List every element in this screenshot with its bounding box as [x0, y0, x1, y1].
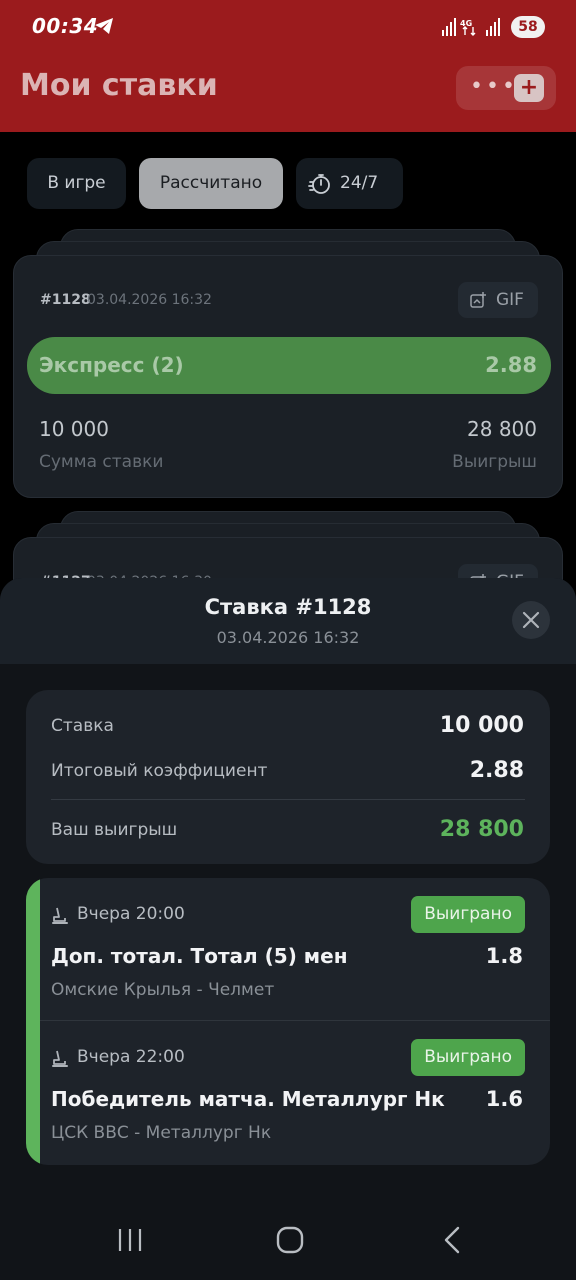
- filter-24-7[interactable]: 24/7: [296, 158, 403, 209]
- bet-odds: 2.88: [485, 353, 537, 377]
- plus-icon[interactable]: +: [514, 74, 544, 102]
- bet-summary: Ставка 10 000 Итоговый коэффициент 2.88 …: [26, 690, 550, 864]
- gif-button[interactable]: GIF: [458, 282, 538, 318]
- status-badge: Выиграно: [411, 896, 525, 933]
- winnings-value: 28 800: [439, 817, 524, 842]
- page-title: Мои ставки: [20, 68, 218, 103]
- stake-label: Сумма ставки: [39, 452, 164, 472]
- status-badge: Выиграно: [411, 1039, 525, 1076]
- bet-number: #1128: [40, 292, 91, 308]
- sheet-date: 03.04.2026 16:32: [216, 628, 360, 647]
- status-time: 00:34: [32, 14, 99, 38]
- sheet-header: Ставка #1128 03.04.2026 16:32: [0, 578, 576, 664]
- filter-24-7-label: 24/7: [340, 173, 379, 193]
- gif-label: GIF: [496, 290, 524, 310]
- coefficient-value: 2.88: [469, 758, 524, 783]
- telegram-icon: [95, 18, 113, 34]
- bet-type-label: Экспресс (2): [39, 353, 184, 377]
- stopwatch-icon: [308, 174, 330, 194]
- sheet-title: Ставка #1128: [204, 595, 372, 619]
- hockey-icon: [52, 907, 68, 924]
- gif-edit-icon: [470, 292, 486, 308]
- event-odd: 1.6: [485, 1087, 523, 1111]
- close-button[interactable]: [512, 601, 550, 639]
- event-time: Вчера 22:00: [77, 1047, 185, 1067]
- payout-amount: 28 800: [467, 417, 537, 441]
- hockey-icon: [52, 1050, 68, 1067]
- coefficient-label: Итоговый коэффициент: [51, 761, 268, 781]
- bet-type-bar: Экспресс (2) 2.88: [27, 337, 551, 394]
- stake-label: Ставка: [51, 716, 114, 736]
- svg-text:4G: 4G: [460, 19, 472, 28]
- more-icon: •••: [470, 74, 518, 99]
- recent-apps-icon[interactable]: [116, 1228, 144, 1252]
- bet-date: 03.04.2026 16:32: [87, 292, 212, 308]
- close-icon: [522, 611, 540, 629]
- stake-value: 10 000: [439, 713, 524, 738]
- event-market: Победитель матча. Металлург Нк: [51, 1087, 445, 1111]
- event-teams: ЦСК ВВС - Металлург Нк: [51, 1123, 272, 1143]
- event-odd: 1.8: [485, 944, 523, 968]
- event-market: Доп. тотал. Тотал (5) мен: [51, 944, 348, 968]
- bet-card[interactable]: #1128 03.04.2026 16:32 GIF Экспресс (2) …: [13, 255, 563, 498]
- app-header: 00:34 4G 58 Мои ставки ••• +: [0, 0, 576, 132]
- event-row: Вчера 22:00 Выиграно Победитель матча. М…: [40, 1021, 550, 1165]
- back-icon[interactable]: [442, 1226, 462, 1254]
- stake-amount: 10 000: [39, 417, 109, 441]
- win-status-bar: [26, 878, 40, 1165]
- status-bar: 00:34 4G 58: [0, 0, 576, 56]
- event-teams: Омские Крылья - Челмет: [51, 980, 275, 1000]
- filter-settled[interactable]: Рассчитано: [139, 158, 283, 209]
- home-icon[interactable]: [276, 1226, 304, 1254]
- bet-events: Вчера 20:00 Выиграно Доп. тотал. Тотал (…: [26, 878, 550, 1165]
- divider: [51, 799, 525, 800]
- battery-indicator: 58: [511, 16, 545, 38]
- event-time: Вчера 20:00: [77, 904, 185, 924]
- winnings-label: Ваш выигрыш: [51, 820, 178, 840]
- event-row: Вчера 20:00 Выиграно Доп. тотал. Тотал (…: [40, 878, 550, 1022]
- payout-label: Выигрыш: [452, 452, 537, 472]
- filter-in-game[interactable]: В игре: [27, 158, 126, 209]
- header-menu-button[interactable]: ••• +: [456, 66, 556, 110]
- system-nav-bar: [0, 1200, 576, 1280]
- signal-icon: 4G: [442, 18, 500, 36]
- bet-details-sheet: Ставка #1128 03.04.2026 16:32 Ставка 10 …: [0, 578, 576, 1280]
